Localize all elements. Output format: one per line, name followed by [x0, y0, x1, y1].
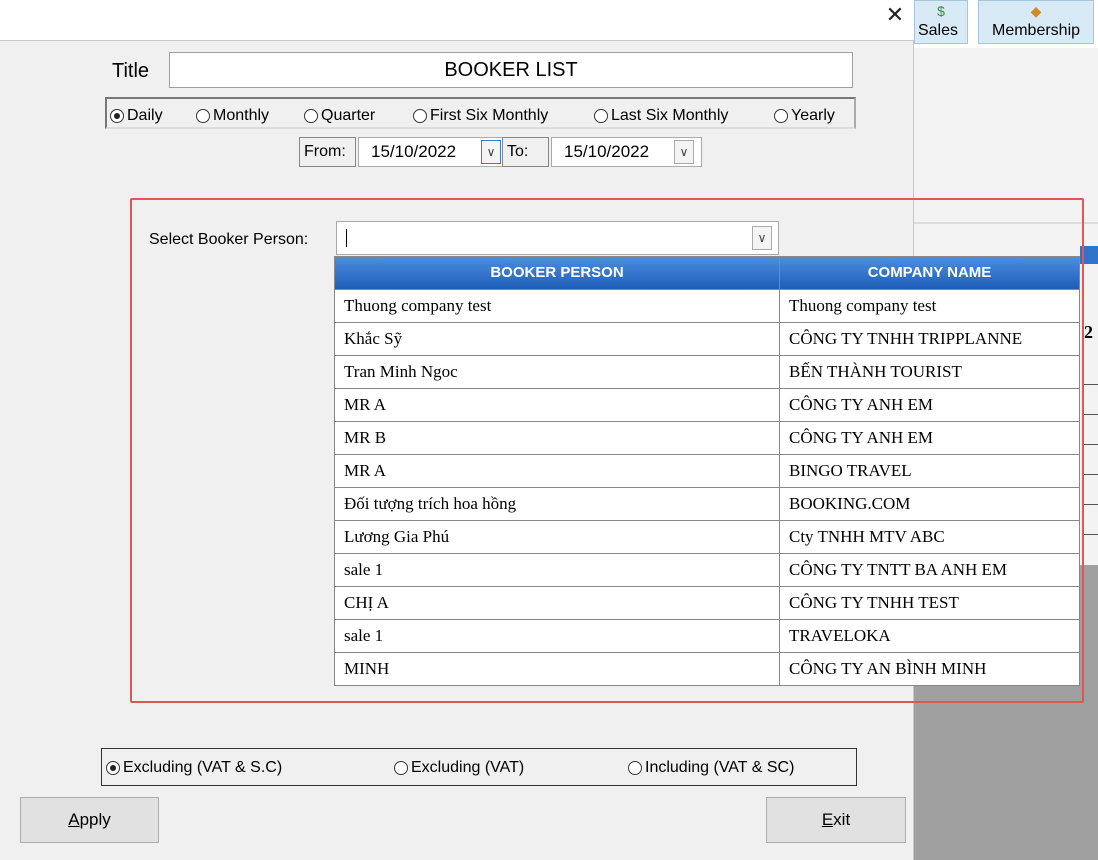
- cell-booker-person: Thuong company test: [344, 296, 492, 315]
- cell-booker-person: Đối tượng trích hoa hồng: [344, 494, 517, 513]
- tax-radio-excluding-vat[interactable]: Excluding (VAT): [394, 759, 524, 777]
- from-date-value: 15/10/2022: [371, 142, 457, 161]
- background-row-line: [1082, 474, 1098, 475]
- cell-booker-person: sale 1: [344, 626, 384, 645]
- radio-selected-icon: [110, 109, 124, 123]
- exit-mnemonic: E: [821, 810, 834, 829]
- table-row[interactable]: Tran Minh Ngoc BẾN THÀNH TOURIST: [335, 355, 1079, 388]
- title-input[interactable]: BOOKER LIST: [169, 52, 853, 88]
- cell-booker-person: CHỊ A: [344, 593, 389, 612]
- cell-booker-person: MR A: [344, 395, 387, 414]
- apply-button[interactable]: Apply: [20, 797, 159, 843]
- table-row[interactable]: MINH CÔNG TY AN BÌNH MINH: [335, 652, 1079, 685]
- cell-booker-person: MR B: [344, 428, 387, 447]
- cell-booker-person: MINH: [344, 659, 390, 678]
- radio-icon: [196, 109, 210, 123]
- background-row-line: [1082, 534, 1098, 535]
- cell-company-name: CÔNG TY TNHH TEST: [789, 593, 959, 612]
- background-partial-value: 2: [1084, 322, 1093, 342]
- toolbar-sales-button[interactable]: $ Sales: [914, 0, 968, 44]
- tax-radio-excluding-vat-sc[interactable]: Excluding (VAT & S.C): [106, 759, 282, 777]
- period-radio-quarter[interactable]: Quarter: [304, 107, 375, 125]
- radio-icon: [394, 761, 408, 775]
- cell-company-name: Cty TNHH MTV ABC: [789, 527, 945, 546]
- cell-company-name: TRAVELOKA: [789, 626, 891, 645]
- column-header-booker-person[interactable]: BOOKER PERSON: [335, 257, 779, 289]
- chevron-down-icon[interactable]: ∨: [674, 140, 694, 164]
- chevron-down-icon[interactable]: ∨: [752, 226, 772, 250]
- cell-booker-person: MR A: [344, 461, 387, 480]
- apply-mnemonic: A: [68, 810, 80, 829]
- cell-company-name: CÔNG TY ANH EM: [789, 428, 934, 447]
- background-row-line: [1082, 444, 1098, 445]
- table-row[interactable]: Lương Gia Phú Cty TNHH MTV ABC: [335, 520, 1079, 553]
- table-row[interactable]: Thuong company test Thuong company test: [335, 289, 1079, 322]
- booker-table: BOOKER PERSON COMPANY NAME Thuong compan…: [334, 256, 1080, 686]
- toolbar-sales-label: Sales: [917, 22, 959, 39]
- toolbar-membership-button[interactable]: ◆ Membership: [978, 0, 1094, 44]
- period-radio-yearly[interactable]: Yearly: [774, 107, 835, 125]
- membership-icon: ◆: [1030, 3, 1042, 19]
- radio-icon: [594, 109, 608, 123]
- title-label: Title: [112, 60, 150, 82]
- cell-booker-person: Tran Minh Ngoc: [344, 362, 458, 381]
- cell-booker-person: sale 1: [344, 560, 384, 579]
- period-radio-last-six-monthly[interactable]: Last Six Monthly: [594, 107, 728, 125]
- cell-company-name: CÔNG TY TNHH TRIPPLANNE: [789, 329, 1023, 348]
- radio-icon: [628, 761, 642, 775]
- radio-icon: [304, 109, 318, 123]
- period-radio-first-six-monthly[interactable]: First Six Monthly: [413, 107, 548, 125]
- from-label: From:: [299, 137, 356, 167]
- period-radio-daily[interactable]: Daily: [110, 107, 163, 125]
- table-row[interactable]: sale 1 CÔNG TY TNTT BA ANH EM: [335, 553, 1079, 586]
- tax-radio-including-vat-sc[interactable]: Including (VAT & SC): [628, 759, 794, 777]
- booker-label: Select Booker Person:: [149, 231, 309, 248]
- table-row[interactable]: CHỊ A CÔNG TY TNHH TEST: [335, 586, 1079, 619]
- booker-select[interactable]: [336, 221, 779, 255]
- background-row-line: [1082, 414, 1098, 415]
- cell-company-name: Thuong company test: [789, 296, 937, 315]
- exit-button[interactable]: Exit: [766, 797, 906, 843]
- background-row-line: [1082, 504, 1098, 505]
- radio-icon: [774, 109, 788, 123]
- to-label: To:: [502, 137, 549, 167]
- cell-company-name: CÔNG TY TNTT BA ANH EM: [789, 560, 1008, 579]
- cell-company-name: CÔNG TY ANH EM: [789, 395, 934, 414]
- period-radio-monthly[interactable]: Monthly: [196, 107, 269, 125]
- cell-booker-person: Lương Gia Phú: [344, 527, 450, 546]
- cell-company-name: BINGO TRAVEL: [789, 461, 912, 480]
- close-icon[interactable]: ✕: [884, 4, 906, 26]
- background-row-line: [1082, 384, 1098, 385]
- table-row[interactable]: sale 1 TRAVELOKA: [335, 619, 1079, 652]
- table-row[interactable]: Khắc Sỹ CÔNG TY TNHH TRIPPLANNE: [335, 322, 1079, 355]
- cell-booker-person: Khắc Sỹ: [344, 329, 403, 348]
- money-icon: $: [937, 3, 945, 19]
- cell-company-name: BOOKING.COM: [789, 494, 911, 513]
- toolbar-membership-label: Membership: [991, 22, 1081, 39]
- apply-label-rest: pply: [79, 810, 111, 829]
- cell-company-name: CÔNG TY AN BÌNH MINH: [789, 659, 987, 678]
- column-header-company-name[interactable]: COMPANY NAME: [780, 257, 1079, 289]
- table-row[interactable]: MR A CÔNG TY ANH EM: [335, 388, 1079, 421]
- table-row[interactable]: MR A BINGO TRAVEL: [335, 454, 1079, 487]
- chevron-down-icon[interactable]: ∨: [481, 140, 501, 164]
- cell-company-name: BẾN THÀNH TOURIST: [789, 362, 962, 381]
- to-date-value: 15/10/2022: [564, 142, 650, 161]
- text-caret: [346, 229, 347, 247]
- table-row[interactable]: MR B CÔNG TY ANH EM: [335, 421, 1079, 454]
- table-row[interactable]: Đối tượng trích hoa hồng BOOKING.COM: [335, 487, 1079, 520]
- exit-label-rest: xit: [833, 810, 851, 829]
- radio-selected-icon: [106, 761, 120, 775]
- radio-icon: [413, 109, 427, 123]
